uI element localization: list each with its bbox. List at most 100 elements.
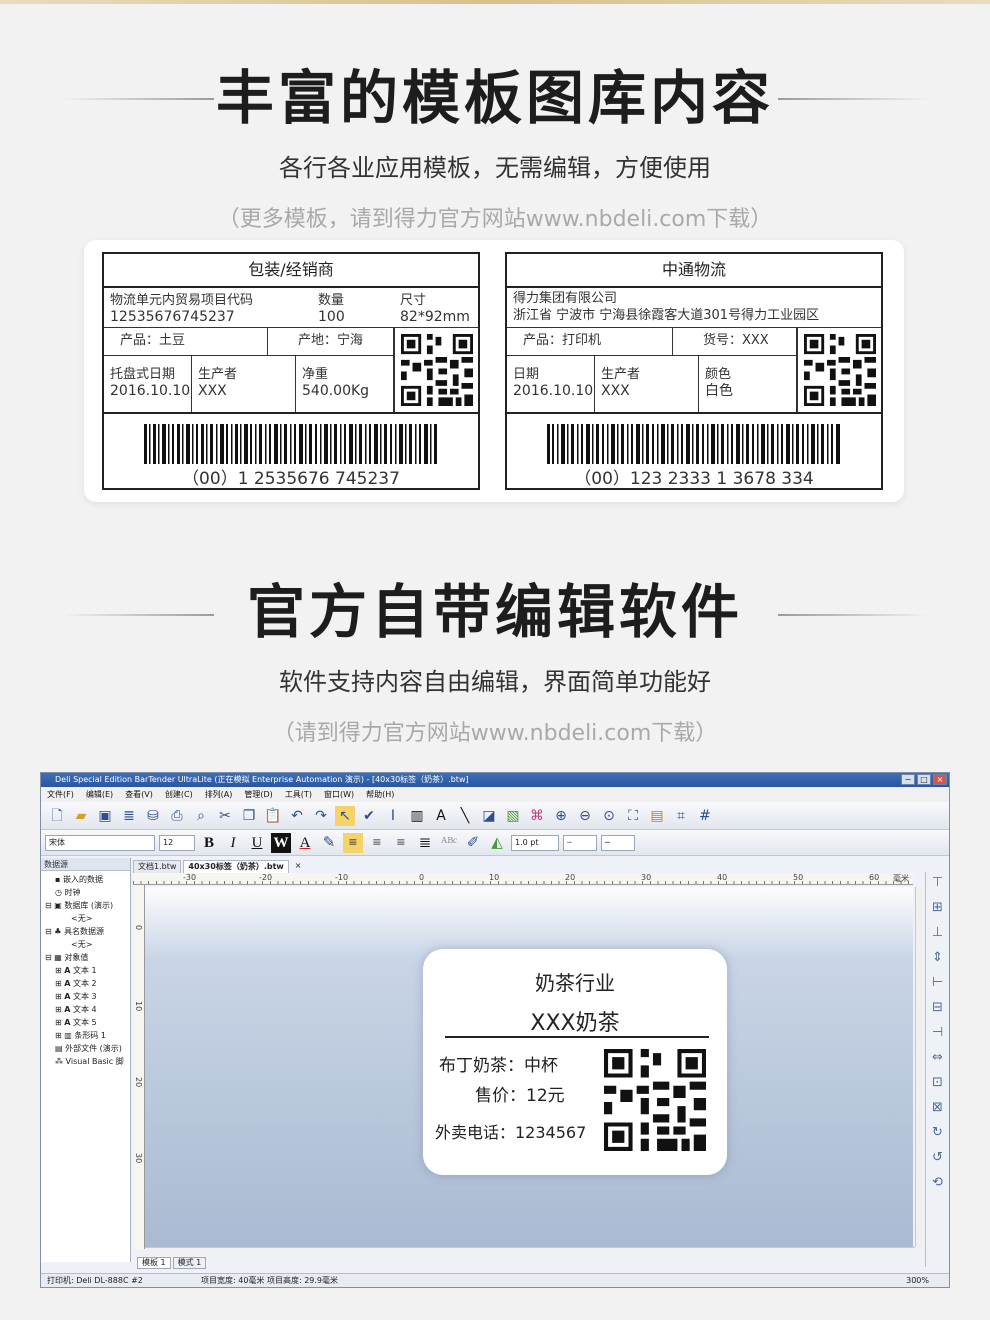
tree-item-external-file[interactable]: ▤ 外部文件 (演示) <box>45 1042 130 1055</box>
redo-icon[interactable]: ↷ <box>311 806 331 826</box>
menu-view[interactable]: 查看(V) <box>125 787 153 802</box>
pen-color-icon[interactable]: ✐ <box>463 833 483 853</box>
maximize-button[interactable]: □ <box>917 774 931 785</box>
tab-mode-1[interactable]: 模式 1 <box>172 1257 207 1269</box>
line-width-select[interactable]: 1.0 pt <box>511 834 559 851</box>
menu-manage[interactable]: 管理(D) <box>244 787 272 802</box>
align-right-edge-icon[interactable]: ⊣ <box>932 1024 943 1042</box>
qr-code-icon[interactable] <box>603 1049 707 1151</box>
distribute-horizontal-icon[interactable]: ⇔ <box>932 1049 943 1067</box>
tree-item-text-1[interactable]: ⊞ A 文本 1 <box>45 964 130 977</box>
tree-item-named-data[interactable]: ⊟ ♣ 具名数据源 <box>45 925 130 938</box>
menu-window[interactable]: 窗口(W) <box>324 787 354 802</box>
zoom-in-icon[interactable]: ⊕ <box>551 806 571 826</box>
fill-color-icon[interactable]: ◭ <box>487 833 507 853</box>
zoom-out-icon[interactable]: ⊖ <box>575 806 595 826</box>
rotate-270-icon[interactable]: ⟲ <box>932 1174 943 1192</box>
horizontal-scrollbar[interactable] <box>145 1247 915 1256</box>
copy-icon[interactable]: ❐ <box>239 806 259 826</box>
barcode-tool-icon[interactable]: ▥ <box>407 806 427 826</box>
tree-item-vb-script[interactable]: ⁂ Visual Basic 脚 <box>45 1055 130 1068</box>
align-right-icon[interactable]: ≡ <box>391 833 411 853</box>
center-horizontal-icon[interactable]: ⊟ <box>932 999 943 1017</box>
align-bottom-icon[interactable]: ⊥ <box>932 924 943 942</box>
tree-item-database[interactable]: ⊟ ▣ 数据库 (演示) <box>45 899 130 912</box>
rotate-180-icon[interactable]: ↺ <box>932 1149 943 1167</box>
underline-button[interactable]: U <box>247 833 267 853</box>
check-icon[interactable]: ✔ <box>359 806 379 826</box>
vertical-scrollbar[interactable] <box>915 887 923 1247</box>
menu-file[interactable]: 文件(F) <box>47 787 74 802</box>
milktea-brand-text[interactable]: XXX奶茶 <box>423 1005 727 1037</box>
font-name-select[interactable]: 宋体 <box>45 834 155 851</box>
menu-create[interactable]: 创建(C) <box>165 787 193 802</box>
line-tool-icon[interactable]: ╲ <box>455 806 475 826</box>
minimize-button[interactable]: − <box>901 774 915 785</box>
menu-edit[interactable]: 编辑(E) <box>86 787 113 802</box>
select-pointer-icon[interactable]: ↖ <box>335 805 355 826</box>
text-style-icon[interactable]: ᴬᴮᶜ <box>439 833 459 853</box>
milktea-product-text[interactable]: 布丁奶茶：中杯 <box>439 1051 558 1076</box>
print-icon[interactable]: ⎙ <box>167 806 187 826</box>
tree-item-embedded-data[interactable]: ▪ 嵌入的数据 <box>45 873 130 886</box>
save-icon[interactable]: ▣ <box>95 806 115 826</box>
rotate-90-icon[interactable]: ↻ <box>932 1124 943 1142</box>
italic-button[interactable]: I <box>223 833 243 853</box>
same-height-icon[interactable]: ⊠ <box>932 1099 943 1117</box>
tree-item-none[interactable]: <无> <box>45 938 130 951</box>
picture-tool-icon[interactable]: ▧ <box>503 806 523 826</box>
tab-milktea-label[interactable]: 40x30标签（奶茶）.btw <box>183 860 289 873</box>
print-preview-icon[interactable]: ⌕ <box>191 806 211 826</box>
tree-item-text-4[interactable]: ⊞ A 文本 4 <box>45 1003 130 1016</box>
text-cursor-icon[interactable]: I <box>383 806 403 826</box>
tree-item-object-values[interactable]: ⊟ ▦ 对象值 <box>45 951 130 964</box>
milktea-phone-text[interactable]: 外卖电话：1234567 <box>435 1119 586 1143</box>
same-width-icon[interactable]: ⊡ <box>932 1074 943 1092</box>
font-size-select[interactable]: 12 <box>159 834 195 851</box>
line-style-select[interactable]: ┄ <box>563 834 597 851</box>
milktea-industry-text[interactable]: 奶茶行业 <box>423 967 727 996</box>
tab-doc1[interactable]: 文档1.btw <box>133 860 182 873</box>
database-setup-icon[interactable]: ⛁ <box>143 806 163 826</box>
open-folder-icon[interactable]: ▰ <box>71 806 91 826</box>
cut-icon[interactable]: ✂ <box>215 806 235 826</box>
tree-item-text-3[interactable]: ⊞ A 文本 3 <box>45 990 130 1003</box>
tree-item-none[interactable]: <无> <box>45 912 130 925</box>
font-color-button[interactable]: A <box>295 833 315 853</box>
align-middle-icon[interactable]: ⊞ <box>932 899 943 917</box>
align-top-icon[interactable]: ⊤ <box>932 874 943 892</box>
menu-arrange[interactable]: 排列(A) <box>205 787 233 802</box>
justify-icon[interactable]: ≣ <box>415 833 435 853</box>
ruler-icon[interactable]: ▤ <box>647 806 667 826</box>
snap-icon[interactable]: ⌗ <box>671 806 691 826</box>
shape-tool-icon[interactable]: ◪ <box>479 806 499 826</box>
menu-help[interactable]: 帮助(H) <box>366 787 394 802</box>
menu-tools[interactable]: 工具(T) <box>285 787 312 802</box>
milktea-price-text[interactable]: 售价：12元 <box>475 1081 565 1106</box>
tree-item-text-5[interactable]: ⊞ A 文本 5 <box>45 1016 130 1029</box>
wordwrap-button[interactable]: W <box>271 832 291 853</box>
grid-icon[interactable]: # <box>695 806 715 826</box>
tree-item-barcode-1[interactable]: ⊞ ▥ 条形码 1 <box>45 1029 130 1042</box>
new-file-icon[interactable]: 🗋 <box>47 806 67 826</box>
milktea-label[interactable]: 奶茶行业 XXX奶茶 布丁奶茶：中杯 售价：12元 外卖电话：1234567 <box>423 949 727 1175</box>
paste-icon[interactable]: 📋 <box>263 806 283 826</box>
undo-icon[interactable]: ↶ <box>287 806 307 826</box>
bold-button[interactable]: B <box>199 833 219 853</box>
align-center-icon[interactable]: ≡ <box>367 833 387 853</box>
align-left-edge-icon[interactable]: ⊢ <box>932 974 943 992</box>
text-tool-icon[interactable]: A <box>431 806 451 826</box>
tree-item-text-2[interactable]: ⊞ A 文本 2 <box>45 977 130 990</box>
tree-item-clock[interactable]: ◷ 时钟 <box>45 886 130 899</box>
dash-style-select[interactable]: ─ <box>601 834 635 851</box>
close-tab-icon[interactable]: × <box>291 860 306 873</box>
zoom-page-icon[interactable]: ⛶ <box>623 806 643 826</box>
close-button[interactable]: × <box>933 774 947 785</box>
highlight-icon[interactable]: ✎ <box>319 833 339 853</box>
status-zoom[interactable]: 300% <box>906 1274 929 1288</box>
distribute-vertical-icon[interactable]: ⇕ <box>932 949 943 967</box>
zoom-fit-icon[interactable]: ⊙ <box>599 806 619 826</box>
database-icon[interactable]: ≣ <box>119 806 139 826</box>
tab-template-1[interactable]: 模板 1 <box>137 1257 171 1269</box>
encoder-icon[interactable]: ⌘ <box>527 806 547 826</box>
